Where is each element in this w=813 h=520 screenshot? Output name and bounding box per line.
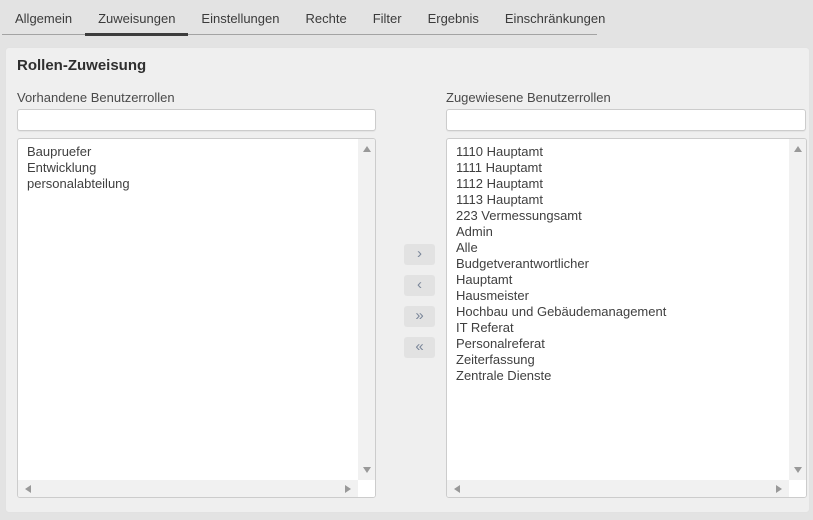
scroll-right-icon[interactable]: [776, 485, 782, 493]
list-item[interactable]: Zentrale Dienste: [456, 368, 789, 384]
available-roles-filter-input[interactable]: [17, 109, 376, 131]
assigned-roles-listbox[interactable]: 1110 Hauptamt1111 Hauptamt1112 Hauptamt1…: [446, 138, 807, 498]
list-item[interactable]: 223 Vermessungsamt: [456, 208, 789, 224]
assigned-roles-label: Zugewiesene Benutzerrollen: [446, 90, 611, 105]
list-item[interactable]: Hauptamt: [456, 272, 789, 288]
list-item[interactable]: Baupruefer: [27, 144, 358, 160]
scroll-right-icon[interactable]: [345, 485, 351, 493]
list-item[interactable]: Hochbau und Gebäudemanagement: [456, 304, 789, 320]
tab-bar: Allgemein Zuweisungen Einstellungen Rech…: [0, 0, 813, 36]
list-item[interactable]: Budgetverantwortlicher: [456, 256, 789, 272]
list-item[interactable]: 1111 Hauptamt: [456, 160, 789, 176]
tab-ergebnis[interactable]: Ergebnis: [415, 0, 492, 36]
scroll-up-icon[interactable]: [363, 146, 371, 152]
assigned-roles-list: 1110 Hauptamt1111 Hauptamt1112 Hauptamt1…: [447, 139, 789, 480]
tab-zuweisungen[interactable]: Zuweisungen: [85, 0, 188, 36]
assigned-vertical-scrollbar[interactable]: [789, 139, 806, 480]
tab-einstellungen[interactable]: Einstellungen: [188, 0, 292, 36]
assigned-horizontal-scrollbar[interactable]: [447, 480, 789, 497]
tab-allgemein[interactable]: Allgemein: [2, 0, 85, 36]
rollen-zuweisung-panel: Rollen-Zuweisung Vorhandene Benutzerroll…: [5, 47, 810, 513]
scroll-left-icon[interactable]: [454, 485, 460, 493]
list-item[interactable]: Zeiterfassung: [456, 352, 789, 368]
list-item[interactable]: IT Referat: [456, 320, 789, 336]
scroll-down-icon[interactable]: [794, 467, 802, 473]
list-item[interactable]: 1113 Hauptamt: [456, 192, 789, 208]
scroll-left-icon[interactable]: [25, 485, 31, 493]
move-all-left-button[interactable]: «: [404, 337, 435, 358]
available-vertical-scrollbar[interactable]: [358, 139, 375, 480]
available-roles-label: Vorhandene Benutzerrollen: [17, 90, 175, 105]
tab-einschraenkungen[interactable]: Einschränkungen: [492, 0, 618, 36]
available-roles-list: BauprueferEntwicklungpersonalabteilung: [18, 139, 358, 480]
scroll-up-icon[interactable]: [794, 146, 802, 152]
available-roles-listbox[interactable]: BauprueferEntwicklungpersonalabteilung: [17, 138, 376, 498]
available-horizontal-scrollbar[interactable]: [18, 480, 358, 497]
scroll-down-icon[interactable]: [363, 467, 371, 473]
list-item[interactable]: Hausmeister: [456, 288, 789, 304]
assigned-roles-filter-input[interactable]: [446, 109, 806, 131]
scrollbar-corner: [358, 480, 375, 497]
list-item[interactable]: Entwicklung: [27, 160, 358, 176]
list-item[interactable]: Alle: [456, 240, 789, 256]
tab-rechte[interactable]: Rechte: [292, 0, 359, 36]
list-item[interactable]: Personalreferat: [456, 336, 789, 352]
move-right-button[interactable]: ›: [404, 244, 435, 265]
list-item[interactable]: personalabteilung: [27, 176, 358, 192]
page-title: Rollen-Zuweisung: [17, 57, 146, 74]
tab-filter[interactable]: Filter: [360, 0, 415, 36]
scrollbar-corner: [789, 480, 806, 497]
list-item[interactable]: 1110 Hauptamt: [456, 144, 789, 160]
move-all-right-button[interactable]: »: [404, 306, 435, 327]
list-item[interactable]: 1112 Hauptamt: [456, 176, 789, 192]
list-item[interactable]: Admin: [456, 224, 789, 240]
move-left-button[interactable]: ‹: [404, 275, 435, 296]
